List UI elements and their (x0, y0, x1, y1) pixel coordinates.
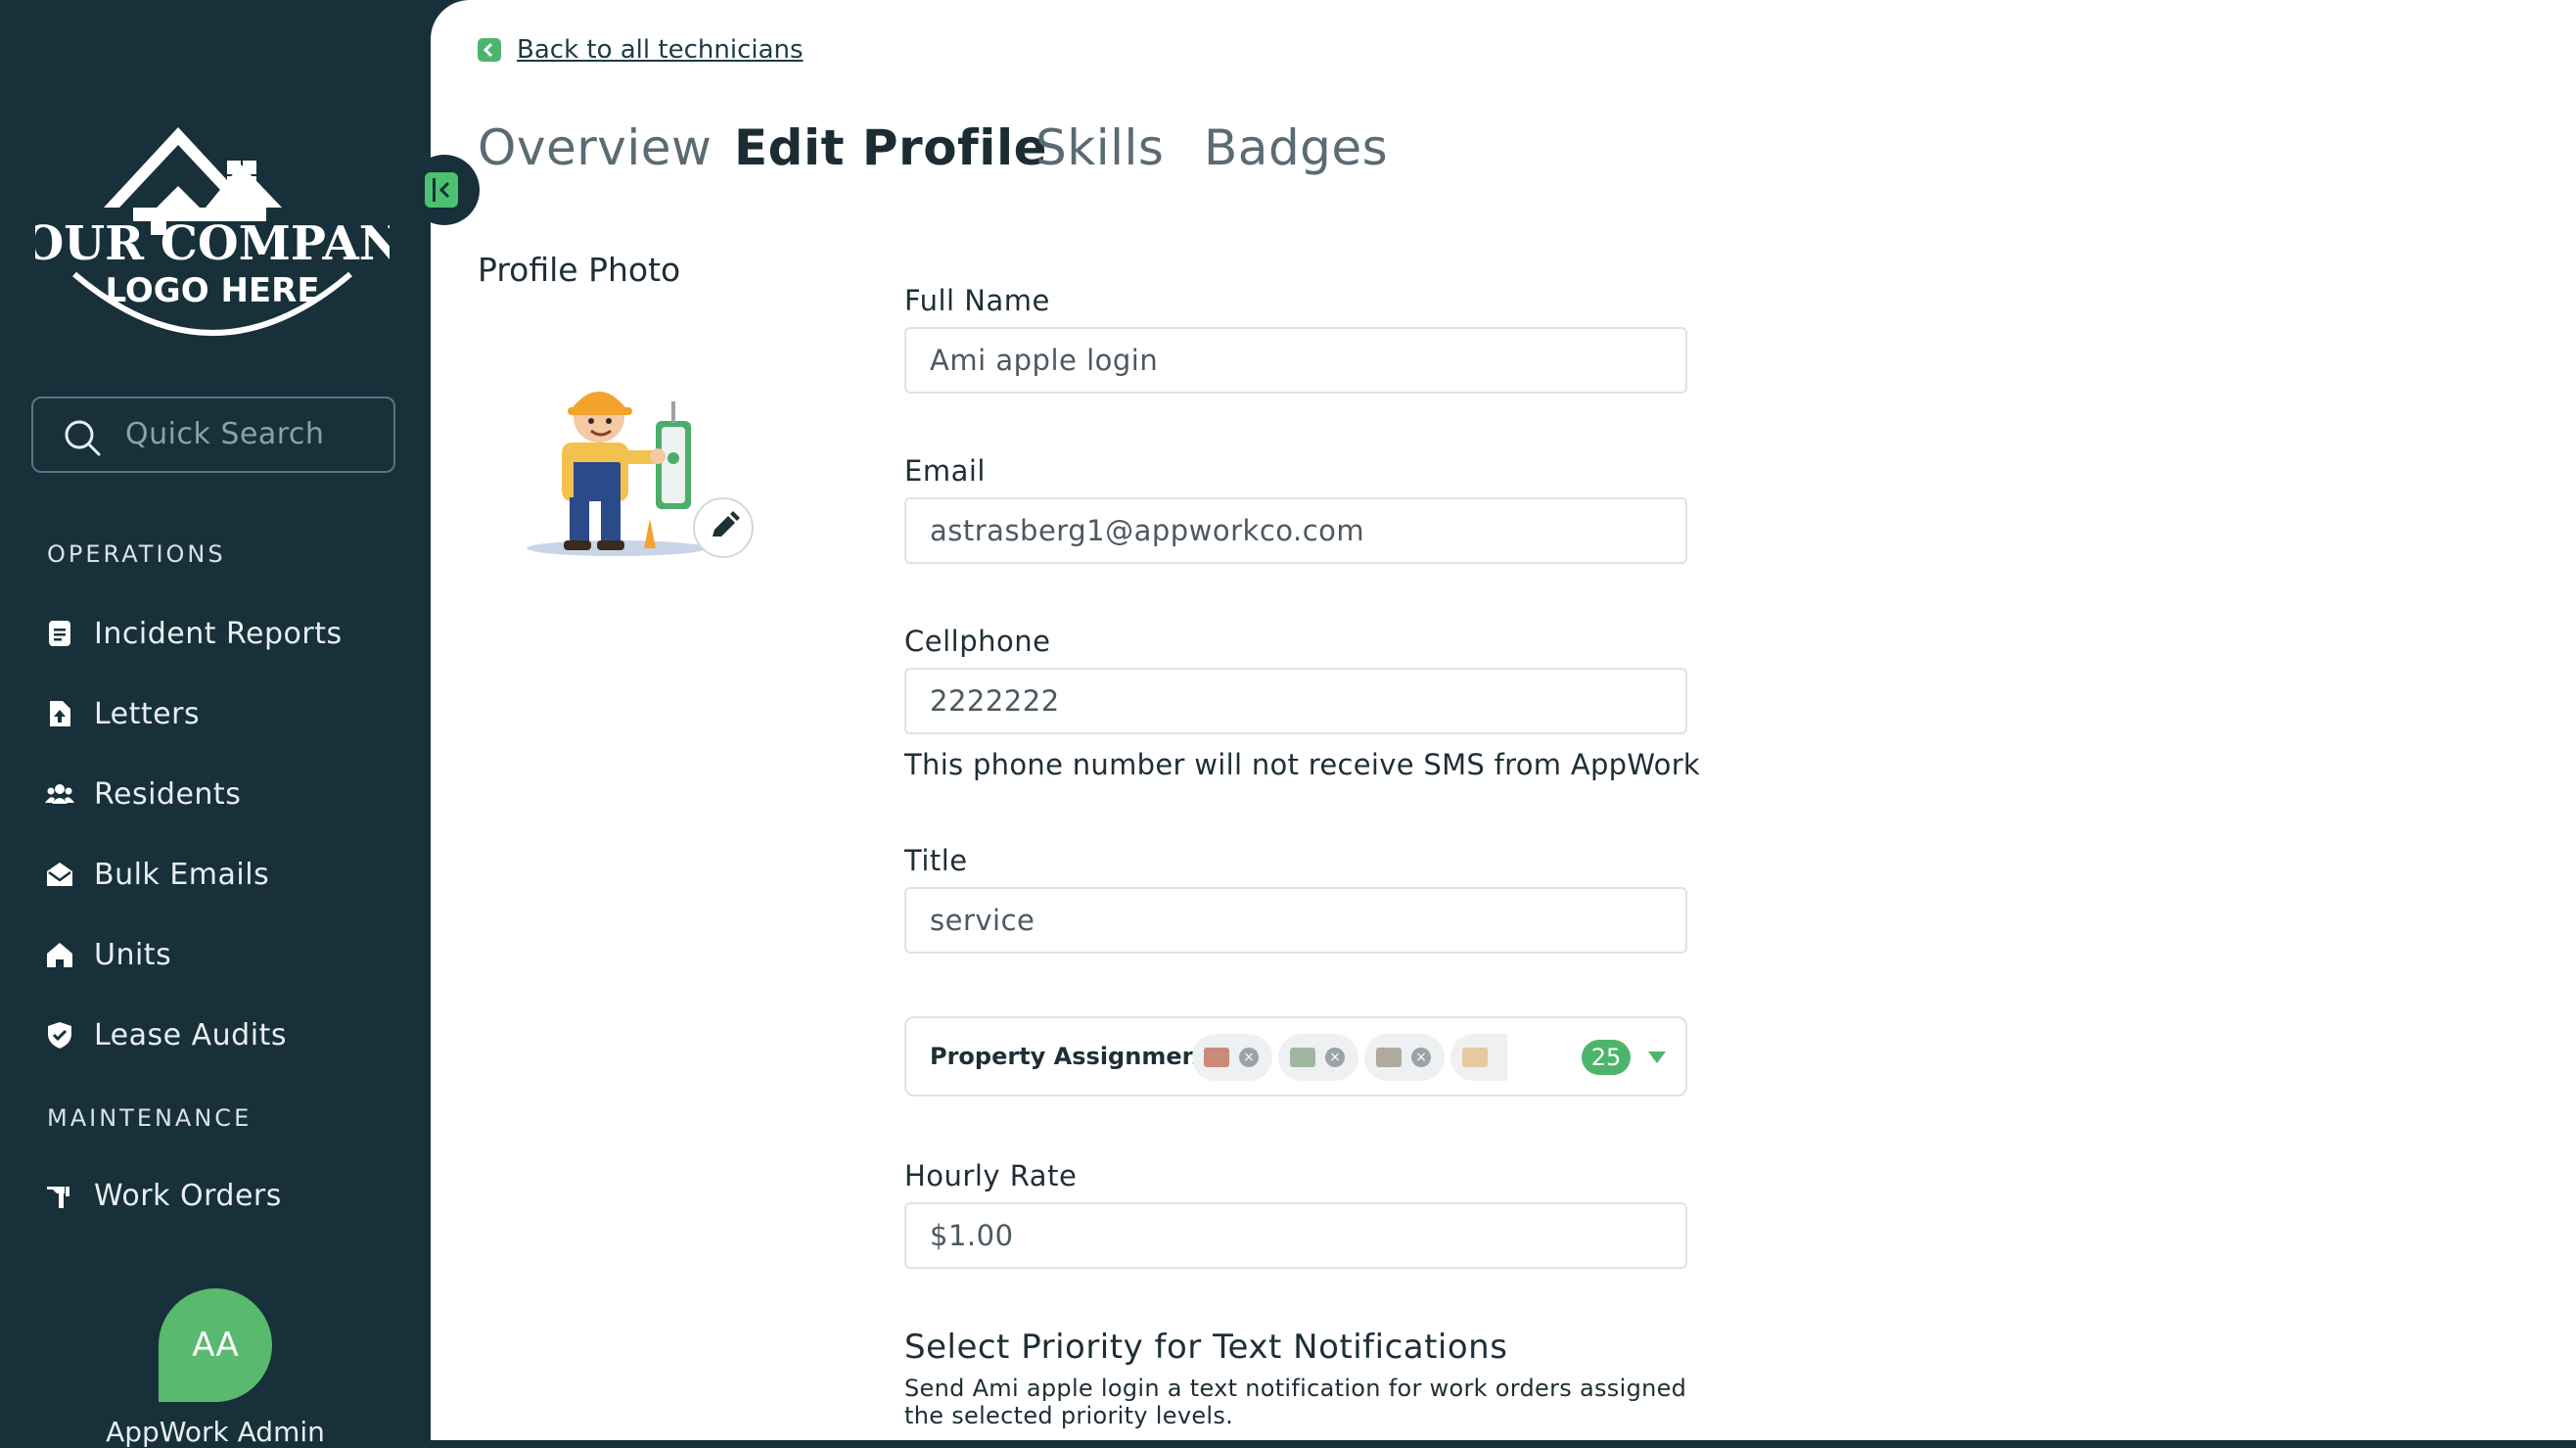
back-to-technicians-link[interactable]: Back to all technicians (478, 33, 804, 67)
nav-item-units[interactable]: Units (45, 930, 397, 979)
document-icon (49, 621, 70, 646)
search-icon (65, 420, 101, 456)
user-avatar[interactable]: AA (159, 1288, 272, 1402)
priority-section-title: Select Priority for Text Notifications (904, 1328, 1508, 1367)
profile-photo (519, 352, 714, 558)
title-label: Title (904, 844, 968, 877)
nav-item-incident-reports[interactable]: Incident Reports (45, 609, 397, 658)
remove-chip-icon[interactable]: × (1411, 1048, 1431, 1067)
property-chip[interactable]: × (1278, 1034, 1358, 1081)
full-name-label: Full Name (904, 284, 1050, 317)
back-link-text: Back to all technicians (517, 35, 804, 65)
collapse-icon (425, 172, 458, 208)
property-chip[interactable]: × (1364, 1034, 1445, 1081)
section-title-maintenance: MAINTENANCE (47, 1104, 253, 1132)
nav-label: Bulk Emails (94, 857, 270, 892)
email-label: Email (904, 454, 986, 488)
nav-label: Units (94, 937, 172, 972)
nav-label: Work Orders (94, 1178, 282, 1213)
company-logo[interactable]: YOUR COMPANY LOGO HERE (0, 98, 437, 362)
section-title-operations: OPERATIONS (47, 540, 226, 568)
nav-item-work-orders[interactable]: Work Orders (45, 1171, 397, 1220)
nav-label: Letters (94, 696, 201, 731)
property-thumbnail (1290, 1048, 1315, 1067)
tab-overview[interactable]: Overview (478, 119, 712, 176)
quick-search-input[interactable]: Quick Search (31, 397, 395, 473)
shield-check-icon (48, 1022, 71, 1049)
property-chip[interactable] (1450, 1034, 1507, 1081)
hourly-rate-label: Hourly Rate (904, 1159, 1078, 1192)
nav-item-lease-audits[interactable]: Lease Audits (45, 1010, 397, 1059)
file-upload-icon (50, 701, 70, 726)
search-placeholder: Quick Search (125, 417, 325, 451)
cellphone-input[interactable]: 2222222 (904, 668, 1687, 734)
envelope-open-icon (47, 863, 72, 886)
profile-photo-label: Profile Photo (478, 251, 681, 289)
back-arrow-icon (478, 38, 501, 62)
cellphone-help-text: This phone number will not receive SMS f… (904, 748, 1701, 781)
nav-item-residents[interactable]: Residents (45, 770, 397, 818)
nav-label: Incident Reports (94, 616, 343, 651)
logo-graphic: YOUR COMPANY LOGO HERE (0, 127, 437, 336)
hourly-rate-input[interactable]: $1.00 (904, 1202, 1687, 1269)
nav-item-bulk-emails[interactable]: Bulk Emails (45, 850, 397, 899)
logo-line2: LOGO HERE (105, 271, 319, 310)
property-thumbnail (1204, 1048, 1229, 1067)
sidebar: YOUR COMPANY LOGO HERE Quick Search OPER… (0, 0, 437, 1448)
priority-section-description: Send Ami apple login a text notification… (904, 1375, 1687, 1429)
tab-badges[interactable]: Badges (1204, 119, 1388, 176)
pencil-icon (713, 511, 740, 537)
cellphone-label: Cellphone (904, 625, 1051, 658)
full-name-input[interactable]: Ami apple login (904, 327, 1687, 394)
tab-skills[interactable]: Skills (1035, 119, 1164, 176)
collapse-sidebar-button[interactable] (409, 155, 480, 225)
email-input[interactable]: astrasberg1@appworkco.com (904, 497, 1687, 564)
property-assignment-label: Property Assignment: (930, 1043, 1219, 1070)
chevron-down-icon[interactable] (1648, 1051, 1666, 1063)
remove-chip-icon[interactable]: × (1325, 1048, 1345, 1067)
nav-item-letters[interactable]: Letters (45, 689, 397, 738)
property-thumbnail (1462, 1048, 1488, 1067)
property-assignment-select[interactable]: Property Assignment: × × × 25 (904, 1016, 1687, 1097)
property-chip[interactable]: × (1192, 1034, 1272, 1081)
hammer-icon (47, 1187, 69, 1208)
people-icon (45, 784, 74, 804)
remove-chip-icon[interactable]: × (1239, 1048, 1259, 1067)
house-icon (47, 943, 72, 967)
nav-label: Residents (94, 776, 242, 812)
user-name: AppWork Admin (106, 1416, 325, 1448)
edit-photo-button[interactable] (693, 497, 754, 558)
logo-line1: YOUR COMPANY (35, 216, 390, 271)
title-input[interactable]: service (904, 887, 1687, 954)
tab-edit-profile[interactable]: Edit Profile (734, 119, 1047, 176)
property-thumbnail (1376, 1048, 1402, 1067)
assignment-count-badge: 25 (1582, 1040, 1631, 1075)
nav-label: Lease Audits (94, 1017, 287, 1052)
